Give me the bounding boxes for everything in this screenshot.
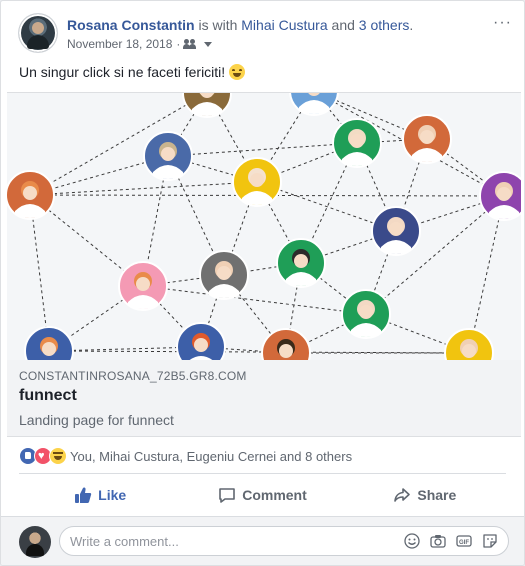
chevron-down-icon[interactable] (204, 41, 213, 47)
network-person-node (332, 118, 382, 168)
message-text: Un singur click si ne faceti fericiti! (19, 64, 226, 80)
preview-text[interactable]: CONSTANTINROSANA_72B5.GR8.COM funnect La… (7, 360, 521, 436)
comment-box[interactable]: GIF (59, 526, 509, 556)
share-icon (394, 488, 411, 502)
others-link[interactable]: 3 others (359, 17, 410, 33)
haha-reaction-icon (49, 447, 67, 465)
network-person-node (371, 206, 421, 256)
like-label: Like (98, 487, 127, 503)
network-person-node (24, 326, 74, 360)
comment-label: Comment (242, 487, 307, 503)
comment-composer: GIF (1, 516, 524, 565)
post-date[interactable]: November 18, 2018 (67, 36, 172, 52)
preview-domain: CONSTANTINROSANA_72B5.GR8.COM (19, 369, 247, 383)
grinning-sweat-emoji-icon (229, 64, 246, 80)
network-person-node (182, 93, 232, 118)
network-person-node (118, 261, 168, 311)
network-person-node (341, 289, 391, 339)
meta-separator: · (176, 37, 181, 51)
post-card: Rosana Constantin is with Mihai Custura … (0, 0, 525, 566)
period: . (409, 17, 414, 33)
viewer-avatar[interactable] (19, 526, 51, 558)
with-text: is with (194, 17, 242, 33)
thumbs-up-icon (75, 487, 92, 503)
svg-text:GIF: GIF (459, 540, 469, 546)
preview-image[interactable] (7, 93, 521, 360)
share-label: Share (417, 487, 457, 503)
divider (19, 473, 506, 474)
author-name[interactable]: Rosana Constantin (67, 17, 195, 33)
network-person-node (199, 250, 249, 300)
and-text: and (327, 17, 359, 33)
post-header: Rosana Constantin is with Mihai Custura … (19, 14, 512, 54)
network-person-node (402, 114, 452, 164)
network-illustration (7, 93, 521, 360)
gif-icon[interactable]: GIF (456, 533, 472, 549)
preview-description: Landing page for funnect (19, 412, 174, 428)
friends-icon[interactable] (183, 39, 198, 49)
network-person-node (176, 322, 226, 360)
network-person-node (143, 131, 193, 181)
network-person-node (479, 171, 521, 221)
comment-icon (219, 488, 236, 503)
tagged-user[interactable]: Mihai Custura (241, 17, 327, 33)
link-preview[interactable]: CONSTANTINROSANA_72B5.GR8.COM funnect La… (7, 92, 521, 437)
comment-button[interactable]: Comment (181, 477, 343, 513)
action-bar: Like Comment Share (19, 477, 506, 513)
reactions-bar[interactable]: You, Mihai Custura, Eugeniu Cernei and 8… (19, 447, 506, 465)
reaction-summary[interactable]: You, Mihai Custura, Eugeniu Cernei and 8… (70, 449, 352, 464)
network-link (29, 181, 258, 196)
network-person-node (276, 238, 326, 288)
network-link (142, 285, 367, 315)
post-headline: Rosana Constantin is with Mihai Custura … (67, 16, 413, 34)
network-person-node (232, 157, 282, 207)
emoji-icon[interactable] (404, 533, 420, 549)
network-person-node (444, 328, 494, 360)
preview-title: funnect (19, 387, 77, 404)
sticker-icon[interactable] (482, 533, 498, 549)
post-meta: November 18, 2018 · (67, 36, 213, 52)
post-message: Un singur click si ne faceti fericiti! (19, 63, 246, 81)
reaction-icons[interactable] (19, 447, 67, 465)
network-person-node (261, 328, 311, 360)
comment-input[interactable] (70, 527, 370, 555)
camera-icon[interactable] (430, 533, 446, 549)
like-button[interactable]: Like (19, 477, 181, 513)
author-avatar[interactable] (19, 14, 57, 52)
network-person-node (7, 170, 55, 220)
comment-tools: GIF (404, 533, 498, 549)
share-button[interactable]: Share (344, 477, 506, 513)
more-options-button[interactable]: ··· (493, 14, 512, 32)
